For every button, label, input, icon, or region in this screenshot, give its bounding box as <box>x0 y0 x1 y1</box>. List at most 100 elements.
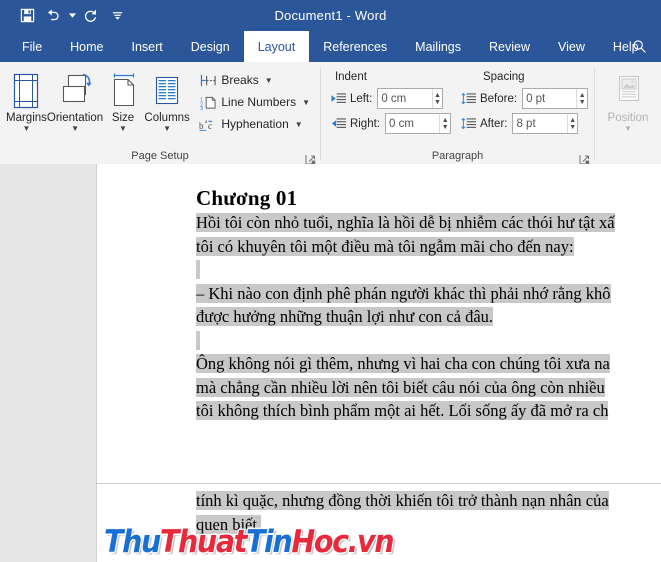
orientation-button[interactable]: Orientation ▼ <box>47 66 103 133</box>
document-paragraph-2: – Khi nào con định phê phán người khác t… <box>196 282 661 306</box>
paragraph-4-line-2: quen biết. <box>196 514 262 534</box>
svg-text:b: b <box>199 121 204 131</box>
breaks-button[interactable]: Breaks ▼ <box>195 69 314 91</box>
blank-line-2 <box>196 330 201 350</box>
paragraph-2-line-1: – Khi nào con định phê phán người khác t… <box>196 283 611 303</box>
paragraph-4-line-1: tính kì quặc, nhưng đồng thời khiến tôi … <box>196 491 609 510</box>
ribbon: Margins ▼ Orientation ▼ Size ▼ Columns ▼… <box>0 62 661 165</box>
document-heading: Chương 01 <box>196 186 298 210</box>
spacing-column: Spacing Before: 0 pt ▲ ▼ After: 8 pt ▲ ▼ <box>461 68 589 136</box>
word-window: Document1 - Word File Home Insert Design… <box>0 0 661 562</box>
indent-left-row: Left: ▲▼ <box>331 86 451 111</box>
spacing-before-arrows[interactable]: ▲ ▼ <box>576 89 587 108</box>
search-icon[interactable] <box>623 31 655 62</box>
columns-icon <box>149 68 185 110</box>
indent-left-spinner[interactable]: ▲▼ <box>377 88 444 109</box>
paragraph-2-line-2: được hưởng những thuận lợi như con cả đâ… <box>196 307 494 326</box>
document-paragraph-4: tính kì quặc, nhưng đồng thời khiến tôi … <box>196 489 661 513</box>
orientation-icon <box>56 68 94 110</box>
save-button[interactable] <box>14 4 40 28</box>
paragraph-3-line-3: tôi không thích bình phẩm một ai hết. Lố… <box>196 401 609 420</box>
redo-button[interactable] <box>78 4 104 28</box>
hyphenation-label: Hyphenation <box>221 117 289 131</box>
breaks-caret-icon[interactable]: ▼ <box>265 76 273 85</box>
page-setup-dialog-launcher[interactable] <box>305 152 316 165</box>
document-paragraph-3: Ông không nói gì thêm, nhưng vì hai cha … <box>196 352 661 376</box>
tab-references[interactable]: References <box>309 31 401 62</box>
columns-button[interactable]: Columns ▼ <box>143 66 192 133</box>
svg-text:3: 3 <box>200 106 203 110</box>
indent-right-label: Right: <box>349 117 380 130</box>
tab-review[interactable]: Review <box>475 31 544 62</box>
ribbon-tabs: File Home Insert Design Layout Reference… <box>0 31 661 62</box>
indent-right-row: Right: ▲▼ <box>331 111 451 136</box>
position-label: Position <box>607 112 649 124</box>
margins-icon <box>9 68 43 110</box>
spacing-before-spinner[interactable]: ▲▼ <box>522 88 589 109</box>
size-button[interactable]: Size ▼ <box>103 66 143 133</box>
document-canvas[interactable]: Chương 01 Hồi tôi còn nhỏ tuổi, nghĩa là… <box>0 164 661 562</box>
document-page-2[interactable]: tính kì quặc, nhưng đồng thời khiến tôi … <box>97 484 661 562</box>
spacing-after-arrows[interactable]: ▲ ▼ <box>566 114 578 133</box>
document-paragraph-1-line-2: tôi có khuyên tôi một điều mà tôi ngẫm m… <box>196 235 661 259</box>
spacing-after-spinner[interactable]: ▲▼ <box>512 113 579 134</box>
document-paragraph-2-line-2: được hưởng những thuận lợi như con cả đâ… <box>196 305 661 329</box>
indent-right-arrows[interactable]: ▲ ▼ <box>439 114 450 133</box>
hyphenation-caret-icon[interactable]: ▼ <box>295 120 303 129</box>
spacing-after-input[interactable] <box>513 114 567 133</box>
breaks-icon <box>199 71 217 89</box>
position-caret-icon[interactable]: ▼ <box>624 125 632 133</box>
spacing-after-icon <box>461 116 477 132</box>
document-page-1[interactable]: Chương 01 Hồi tôi còn nhỏ tuổi, nghĩa là… <box>97 164 661 483</box>
arrange-group-label <box>595 148 661 164</box>
size-caret-icon[interactable]: ▼ <box>119 125 127 133</box>
margins-label: Margins <box>6 112 47 124</box>
paragraph-group-label: Paragraph <box>431 150 484 162</box>
spacing-before-input[interactable] <box>523 89 577 108</box>
spacing-before-label: Before: <box>479 92 518 105</box>
page-setup-small-buttons: Breaks ▼ 1 2 3 Line Numbers ▼ b a c Hyph… <box>195 66 314 135</box>
paragraph-3-line-1: Ông không nói gì thêm, nhưng vì hai cha … <box>196 354 610 373</box>
paragraph-1-line-2: tôi có khuyên tôi một điều mà tôi ngẫm m… <box>196 236 574 256</box>
tab-view[interactable]: View <box>544 31 599 62</box>
columns-caret-icon[interactable]: ▼ <box>163 125 171 133</box>
orientation-label: Orientation <box>46 112 104 124</box>
document-paragraph-3-line-2: mà chẳng cần nhiều lời nên tôi biết câu … <box>196 376 661 400</box>
line-numbers-button[interactable]: 1 2 3 Line Numbers ▼ <box>195 91 314 113</box>
tab-home[interactable]: Home <box>56 31 117 62</box>
line-numbers-caret-icon[interactable]: ▼ <box>302 98 310 107</box>
position-button[interactable]: Position ▼ <box>601 66 655 133</box>
indent-right-input[interactable] <box>385 114 440 133</box>
indent-left-label: Left: <box>349 92 373 105</box>
group-arrange: Position ▼ <box>595 62 661 164</box>
margins-caret-icon[interactable]: ▼ <box>22 125 30 133</box>
tab-layout[interactable]: Layout <box>243 31 310 62</box>
tab-file[interactable]: File <box>8 31 56 62</box>
paragraph-3-line-2: mà chẳng cần nhiều lời nên tôi biết câu … <box>196 377 605 397</box>
svg-text:c: c <box>208 121 212 131</box>
spacing-header: Spacing <box>482 71 525 83</box>
margins-button[interactable]: Margins ▼ <box>6 66 47 133</box>
customize-qat-button[interactable] <box>104 4 130 28</box>
line-numbers-label: Line Numbers <box>221 95 297 109</box>
document-blank-line-1 <box>196 258 661 282</box>
breaks-label: Breaks <box>221 73 259 87</box>
page-setup-group-label: Page Setup <box>131 150 189 162</box>
paragraph-dialog-launcher[interactable] <box>579 152 590 165</box>
hyphenation-button[interactable]: b a c Hyphenation ▼ <box>195 113 314 135</box>
page-1-content: Chương 01 Hồi tôi còn nhỏ tuổi, nghĩa là… <box>97 164 661 423</box>
undo-dropdown-caret-icon[interactable] <box>66 4 78 28</box>
indent-left-input[interactable] <box>378 89 432 108</box>
tab-insert[interactable]: Insert <box>118 31 177 62</box>
tab-mailings[interactable]: Mailings <box>401 31 475 62</box>
indent-left-arrows[interactable]: ▲ ▼ <box>431 89 443 108</box>
quick-access-toolbar <box>0 4 130 28</box>
spacing-after-label: After: <box>479 117 508 130</box>
position-icon <box>611 68 645 110</box>
indent-header: Indent <box>334 71 367 83</box>
orientation-caret-icon[interactable]: ▼ <box>71 125 79 133</box>
tab-design[interactable]: Design <box>177 31 244 62</box>
undo-button[interactable] <box>40 4 66 28</box>
document-paragraph-4-line-2: quen biết. <box>196 513 661 537</box>
indent-right-spinner[interactable]: ▲▼ <box>384 113 451 134</box>
